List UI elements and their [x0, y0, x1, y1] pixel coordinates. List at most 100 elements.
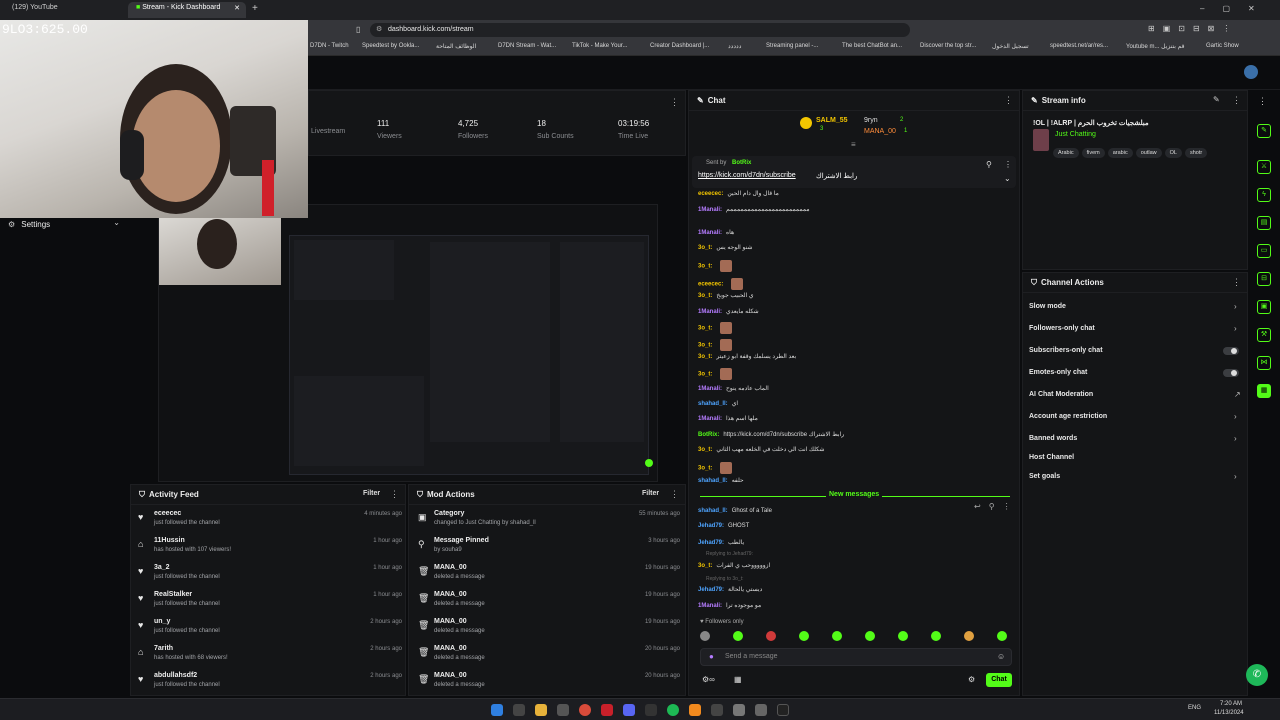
chat-message[interactable]: Jehad79: يالطب: [698, 539, 744, 546]
chat-message[interactable]: eceecec: ما قال وال دام الحين: [698, 190, 779, 197]
bookmark-item[interactable]: الوظائف المتاحة: [436, 43, 476, 50]
emote-icon[interactable]: [931, 631, 941, 641]
pin-icon[interactable]: ⚲: [986, 160, 992, 169]
avatar[interactable]: [1244, 65, 1258, 79]
tag[interactable]: OL: [1164, 148, 1182, 158]
discord-icon[interactable]: [623, 704, 635, 716]
chat-username[interactable]: 3o_t:: [698, 293, 712, 299]
chat-message[interactable]: 3o_t: شنو الوجه يس: [698, 244, 752, 251]
bookmark-item[interactable]: Speedtest by Ookla...: [362, 43, 419, 49]
chat-username[interactable]: Jehad79:: [698, 587, 724, 593]
chat-message[interactable]: 3o_t:: [698, 462, 733, 474]
tag[interactable]: outlaw: [1135, 148, 1162, 158]
message-actions[interactable]: ↩⚲⋮: [974, 502, 1019, 511]
chat-message[interactable]: shahad_ll: اي: [698, 400, 738, 407]
new-tab-button[interactable]: +: [252, 3, 258, 14]
spotify-icon[interactable]: [667, 704, 679, 716]
feed-username[interactable]: eceecec: [154, 510, 181, 517]
more-options-icon[interactable]: ⋮: [1258, 96, 1267, 107]
more-options-icon[interactable]: ⋮: [1004, 95, 1013, 106]
mod-action-item[interactable]: 🗑 MANA_00 deleted a message 19 hours ago: [416, 618, 680, 644]
bookmark-item[interactable]: speedtest.net/ar/res...: [1050, 43, 1108, 49]
extension-icons[interactable]: ⊞▣⊡⊟⊠⋮: [1148, 24, 1238, 33]
activity-feed-item[interactable]: ♥ abdullahsdf2 just followed the channel 2 …: [136, 672, 402, 698]
chat-message[interactable]: 3o_t: شكلك انت الي دخلت في الخلعه مهب الث…: [698, 446, 824, 453]
emote-icon[interactable]: [733, 631, 743, 641]
channel-action-item[interactable]: Emotes-only chat: [1029, 369, 1087, 376]
bookmark-item[interactable]: The best ChatBot an...: [842, 43, 902, 49]
mod-action-name[interactable]: MANA_00: [434, 645, 467, 652]
tag[interactable]: shotr: [1184, 148, 1208, 158]
channel-action-item[interactable]: Subscribers-only chat: [1029, 347, 1103, 354]
chat-username[interactable]: shahad_ll:: [698, 508, 728, 514]
start-icon[interactable]: [491, 704, 503, 716]
pinned-link[interactable]: https://kick.com/d7dn/subscribe: [698, 172, 796, 179]
chat-username[interactable]: 1Manali:: [698, 416, 722, 422]
bookmark-item[interactable]: تسجيل الدخول: [992, 43, 1029, 50]
clock-date[interactable]: 11/13/2024: [1214, 710, 1244, 716]
url-field[interactable]: ⚙ dashboard.kick.com/stream: [370, 23, 910, 37]
more-options-icon[interactable]: ⋮: [390, 489, 399, 500]
support-chat-icon[interactable]: ✆: [1246, 664, 1268, 686]
activity-feed-item[interactable]: ♥ eceecec just followed the channel 4 minut…: [136, 510, 402, 536]
send-chat-button[interactable]: Chat: [986, 673, 1012, 687]
mod-icon[interactable]: ⚔: [1257, 160, 1271, 174]
emote-icon[interactable]: [799, 631, 809, 641]
settings-toggle[interactable]: ⚙ Settings ⌄: [8, 218, 126, 230]
chat-message[interactable]: 1Manali: مو موجوده ترا: [698, 602, 761, 609]
chat-username[interactable]: shahad_ll:: [698, 401, 728, 407]
feed-username[interactable]: 7arith: [154, 645, 173, 652]
mod-action-item[interactable]: 🗑 MANA_00 deleted a message 19 hours ago: [416, 591, 680, 617]
chat-message[interactable]: 3o_t:: [698, 368, 733, 380]
chrome-icon[interactable]: [579, 704, 591, 716]
channel-action-item[interactable]: Banned words: [1029, 435, 1077, 442]
bookmark-item[interactable]: D7DN - Twitch: [310, 43, 349, 49]
app-icon[interactable]: [689, 704, 701, 716]
external-link-icon[interactable]: ↗: [1234, 390, 1241, 399]
chat-message[interactable]: 3o_t: ي الحبيب جوبخ: [698, 292, 754, 299]
emote-icon[interactable]: [997, 631, 1007, 641]
feed-username[interactable]: 11Hussin: [154, 537, 185, 544]
chat-username[interactable]: 3o_t:: [698, 354, 712, 360]
tag[interactable]: fivem: [1081, 148, 1105, 158]
mod-action-name[interactable]: Category: [434, 510, 464, 517]
more-options-icon[interactable]: ⋮: [1004, 160, 1012, 169]
chevron-right-icon[interactable]: ›: [1234, 472, 1237, 481]
chat-message[interactable]: 3o_t:: [698, 322, 733, 334]
chat-username[interactable]: 3o_t:: [698, 245, 712, 251]
chat-username[interactable]: 1Manali:: [698, 603, 722, 609]
chat-username[interactable]: 3o_t:: [698, 447, 712, 453]
bolt-icon[interactable]: ϟ: [1257, 188, 1271, 202]
window-controls[interactable]: –▢✕: [1200, 4, 1273, 13]
activity-feed-item[interactable]: ⌂ 7arith has hosted with 68 viewers! 2 hour…: [136, 645, 402, 671]
channel-action-item[interactable]: AI Chat Moderation: [1029, 391, 1093, 398]
toggle-switch[interactable]: [1223, 347, 1239, 355]
bookmark-item[interactable]: Youtube m... قم بتنزيل: [1126, 43, 1184, 50]
toggle-switch[interactable]: [1223, 369, 1239, 377]
mod-tools-icon[interactable]: ⚙∞: [702, 675, 715, 684]
edit-icon[interactable]: ✎: [1213, 95, 1220, 104]
chat-username[interactable]: 1Manali:: [698, 230, 722, 236]
tab-youtube[interactable]: (129) YouTube: [4, 2, 122, 18]
mod-action-name[interactable]: MANA_00: [434, 591, 467, 598]
edit-icon[interactable]: ✎: [1257, 124, 1271, 138]
app-icon[interactable]: [601, 704, 613, 716]
app-icon[interactable]: [777, 704, 789, 716]
clipboard-icon[interactable]: ▤: [1257, 216, 1271, 230]
tag[interactable]: arabic: [1107, 148, 1133, 158]
emote-icon[interactable]: [832, 631, 842, 641]
chevron-right-icon[interactable]: ›: [1234, 434, 1237, 443]
app-icon[interactable]: [645, 704, 657, 716]
bookmark-item[interactable]: TikTok - Make Your...: [572, 43, 627, 49]
wrench-icon[interactable]: ⚒: [1257, 328, 1271, 342]
mod-action-item[interactable]: 🗑 MANA_00 deleted a message 19 hours ago: [416, 564, 680, 590]
filter-button[interactable]: Filter: [363, 490, 380, 497]
chevron-right-icon[interactable]: ›: [1234, 302, 1237, 311]
language-indicator[interactable]: ENG: [1188, 705, 1201, 711]
share-icon[interactable]: ⋈: [1257, 356, 1271, 370]
bookmark-item[interactable]: D7DN Stream - Wat...: [498, 43, 556, 49]
chat-username[interactable]: eceecec:: [698, 282, 723, 288]
chat-message[interactable]: 1Manali: ملها اسم هذا: [698, 415, 758, 422]
chat-message[interactable]: 1Manali: مممممممممممممممممممممممم: [698, 206, 810, 213]
folder-icon[interactable]: [535, 704, 547, 716]
